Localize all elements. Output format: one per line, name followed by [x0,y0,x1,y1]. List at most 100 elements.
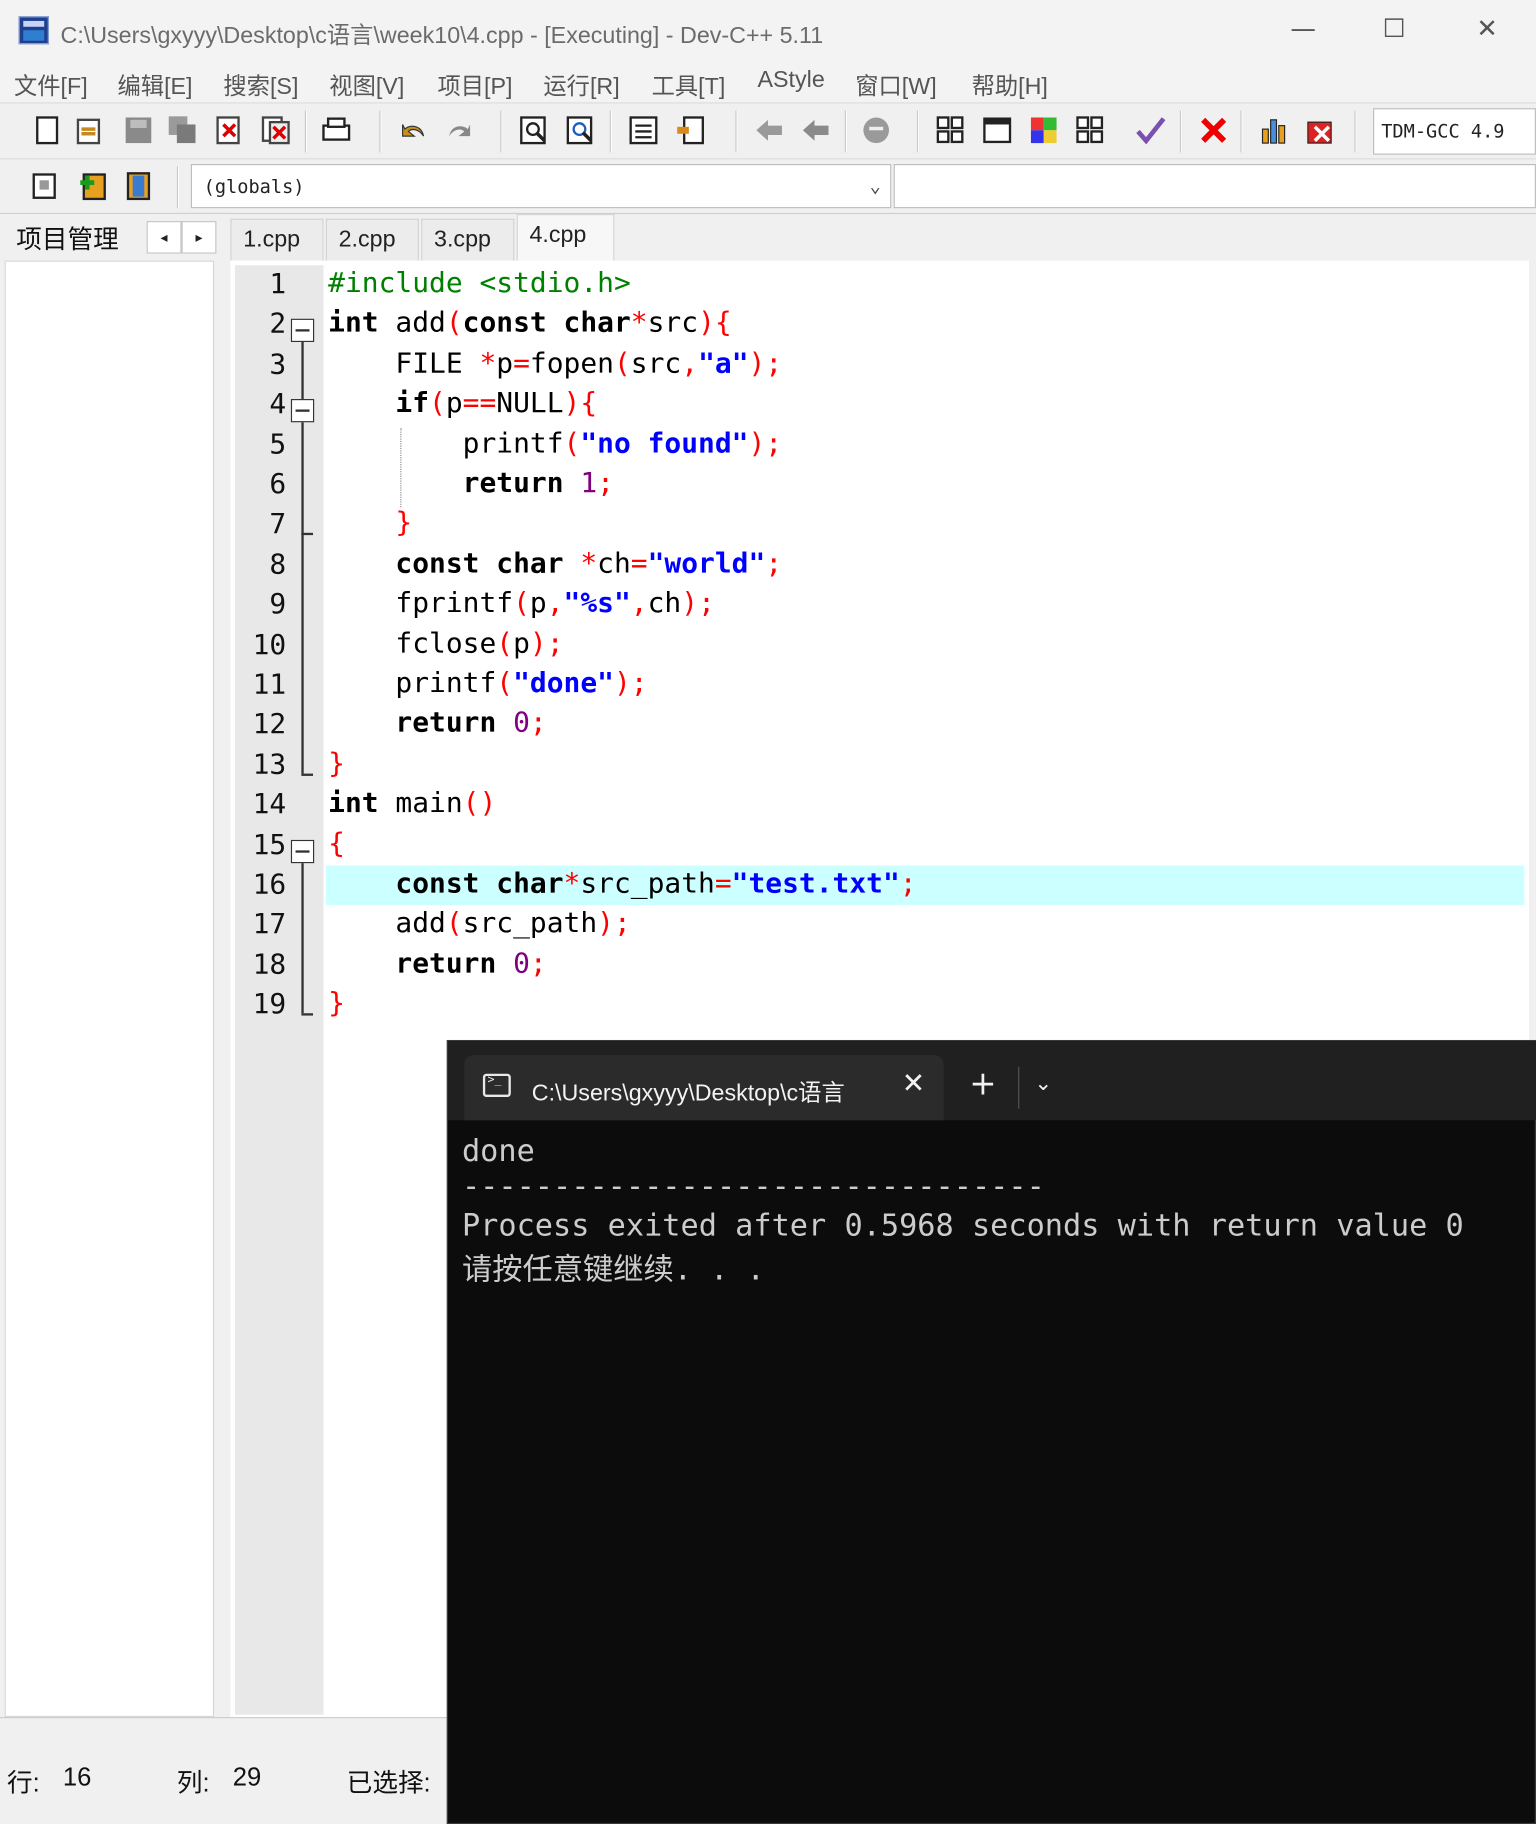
console-window[interactable]: C:\Users\gxyyy\Desktop\c语言 ✕ + ⌄ done --… [446,1039,1536,1824]
unindent-icon[interactable] [675,115,705,145]
column-label: 列: [176,1768,210,1798]
code-token: printf [328,426,564,460]
code-token: fclose [328,626,497,660]
find-icon[interactable] [519,115,549,145]
project-manager-tab[interactable]: 项目管理 [16,219,118,256]
undo-icon[interactable] [398,115,428,145]
toolbar-separator [176,166,180,209]
menu-run[interactable]: 运行[R] [543,67,619,101]
compiler-select[interactable]: TDM-GCC 4.9 [1373,108,1536,155]
code-token: , [546,586,564,620]
new-file-icon[interactable] [33,115,63,145]
code-token: fprintf [328,586,514,620]
close-window-button[interactable]: ✕ [1464,12,1511,49]
stop-icon[interactable] [1199,115,1229,145]
fold-toggle-icon[interactable] [290,319,315,343]
save-icon[interactable] [123,115,153,145]
fold-toggle-icon[interactable] [290,839,315,863]
tab-4-cpp[interactable]: 4.cpp [516,214,615,261]
console-output-line: Process exited after 0.5968 seconds with… [461,1208,1464,1244]
fold-end [301,773,314,776]
tab-separator [1018,1066,1020,1109]
menu-window[interactable]: 窗口[W] [855,67,936,101]
debug-stop-icon[interactable] [1306,115,1336,145]
bookmark-icon[interactable] [861,115,891,145]
code-token: const [462,306,547,339]
code-line: fclose(p); [328,623,563,663]
close-tab-button[interactable]: ✕ [902,1067,925,1100]
chart-icon[interactable] [1259,115,1289,145]
save-all-icon[interactable] [168,115,198,145]
code-token: src [647,306,699,339]
toolbar-separator [916,110,920,153]
toolbar-separator [304,110,308,153]
line-number: 1 [269,267,287,301]
code-line: #include <stdio.h> [328,263,631,303]
code-line: return 1; [328,463,614,503]
colors-icon[interactable] [1029,115,1059,145]
minimize-button[interactable]: — [1280,12,1327,49]
menu-search[interactable]: 搜索[S] [223,67,298,101]
line-number: 16 [252,867,287,901]
back-icon[interactable] [754,115,784,145]
code-token: add [328,906,446,940]
console-tab[interactable]: C:\Users\gxyyy\Desktop\c语言 ✕ [464,1055,944,1121]
close-file-icon[interactable] [214,115,244,145]
row-label: 行: [6,1768,40,1798]
tab-next-button[interactable]: ▸ [181,221,217,254]
open-icon[interactable] [74,115,104,145]
line-number: 13 [252,747,287,781]
layout-icon[interactable] [1075,115,1105,145]
add-project-icon[interactable] [77,171,107,201]
replace-icon[interactable] [566,115,596,145]
code-token: char [496,866,564,900]
code-token: } [328,986,345,1020]
indent-guide [400,427,402,508]
menu-view[interactable]: 视图[V] [329,67,404,101]
code-token: == [462,386,497,420]
menu-help[interactable]: 帮助[H] [972,67,1048,101]
tab-3-cpp[interactable]: 3.cpp [421,218,515,261]
redo-icon[interactable] [444,115,474,145]
book-icon[interactable] [123,171,153,201]
menu-project[interactable]: 项目[P] [438,67,513,101]
grid-icon[interactable] [936,115,966,145]
forward-icon[interactable] [801,115,831,145]
menu-edit[interactable]: 编辑[E] [118,67,193,101]
check-icon[interactable] [1136,115,1166,145]
code-token: = [714,866,732,900]
code-line: const char *ch="world"; [328,543,782,583]
fold-toggle-icon[interactable] [290,399,315,423]
function-combo[interactable] [893,164,1536,209]
scope-combo[interactable]: (globals) ⌄ [190,164,892,209]
new-tab-button[interactable]: + [969,1064,996,1102]
code-line: } [328,743,345,783]
print-icon[interactable] [321,115,351,145]
tab-dropdown-button[interactable]: ⌄ [1034,1071,1052,1095]
code-line: int add(const char*src){ [328,303,732,343]
menu-tools[interactable]: 工具[T] [652,67,726,101]
code-token: return [395,946,497,980]
title-bar: C:\Users\gxyyy\Desktop\c语言\week10\4.cpp … [0,0,1536,61]
menu-astyle[interactable]: AStyle [758,67,825,94]
tab-2-cpp[interactable]: 2.cpp [325,218,419,261]
close-all-icon[interactable] [261,115,291,145]
maximize-button[interactable]: ☐ [1371,12,1418,49]
window-icon[interactable] [982,115,1012,145]
toolbar-separator [844,110,848,153]
line-number: 18 [252,947,287,981]
code-token: () [462,786,497,820]
code-token: int [328,786,379,820]
code-token: ; [529,706,547,740]
code-line: fprintf(p,"%s",ch); [328,583,714,623]
code-token: ( [563,426,581,460]
menu-file[interactable]: 文件[F] [14,67,88,101]
indent-icon[interactable] [628,115,658,145]
class-browser-icon[interactable] [30,171,60,201]
code-token: src [630,346,682,379]
tab-prev-button[interactable]: ◂ [146,221,182,254]
tab-1-cpp[interactable]: 1.cpp [230,218,324,261]
code-token: if [395,386,430,420]
